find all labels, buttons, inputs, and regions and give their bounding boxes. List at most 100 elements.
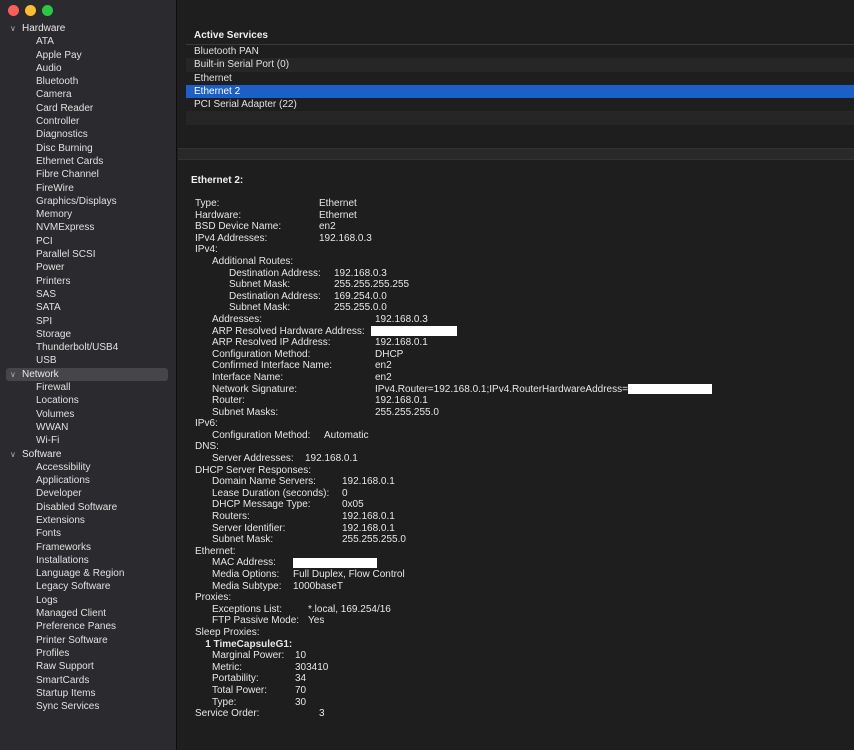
detail-value-text: 192.168.0.3	[375, 313, 428, 325]
sidebar-item-ata[interactable]: ATA	[0, 35, 176, 48]
sidebar-item-sync-services[interactable]: Sync Services	[0, 700, 176, 713]
active-services-header[interactable]: Active Services	[186, 28, 854, 45]
sidebar-item-firewire[interactable]: FireWire	[0, 182, 176, 195]
sidebar-item-printer-software[interactable]: Printer Software	[0, 634, 176, 647]
detail-key: DHCP Server Responses:	[195, 464, 311, 476]
detail-value-text: 192.168.0.1	[342, 476, 395, 488]
sidebar-item-printers[interactable]: Printers	[0, 275, 176, 288]
sidebar-item-startup-items[interactable]: Startup Items	[0, 687, 176, 700]
detail-key: Server Addresses:	[212, 453, 294, 465]
sidebar-item-firewall[interactable]: Firewall	[0, 381, 176, 394]
sidebar-item-disc-burning[interactable]: Disc Burning	[0, 142, 176, 155]
sidebar-item-managed-client[interactable]: Managed Client	[0, 607, 176, 620]
sidebar-item-fibre-channel[interactable]: Fibre Channel	[0, 168, 176, 181]
sidebar-item-storage[interactable]: Storage	[0, 328, 176, 341]
sidebar-item-frameworks[interactable]: Frameworks	[0, 541, 176, 554]
sidebar-item-language-region[interactable]: Language & Region	[0, 567, 176, 580]
detail-row: Configuration Method: Automatic	[191, 430, 851, 442]
detail-value-text: 255.255.0.0	[334, 302, 387, 314]
detail-row: DHCP Server Responses:	[191, 465, 851, 477]
detail-value-text: 10	[295, 650, 307, 662]
sidebar: ∨ Hardware ATA Apple Pay Audio Bluetooth Camer…	[0, 0, 177, 750]
detail-value-text: 34	[295, 673, 307, 685]
detail-value-text: Ethernet	[319, 209, 357, 221]
detail-row: Media Subtype: 1000baseT	[191, 581, 851, 593]
detail-title: Ethernet 2:	[191, 175, 244, 186]
detail-key: ARP Resolved IP Address:	[212, 337, 331, 349]
sidebar-category-hardware[interactable]: ∨ Hardware	[0, 22, 176, 35]
sidebar-item-thunderbolt-usb4[interactable]: Thunderbolt/USB4	[0, 341, 176, 354]
sidebar-item-legacy-software[interactable]: Legacy Software	[0, 580, 176, 593]
sidebar-item-locations[interactable]: Locations	[0, 394, 176, 407]
sidebar-item-diagnostics[interactable]: Diagnostics	[0, 128, 176, 141]
sidebar-item-bluetooth[interactable]: Bluetooth	[0, 75, 176, 88]
detail-value: 1000baseT	[293, 581, 343, 593]
sidebar-item-sas[interactable]: SAS	[0, 288, 176, 301]
zoom-window-button[interactable]	[42, 5, 53, 16]
sidebar-item-extensions[interactable]: Extensions	[0, 514, 176, 527]
redacted-value	[627, 383, 712, 394]
detail-row: Lease Duration (seconds): 0	[191, 488, 851, 500]
minimize-window-button[interactable]	[25, 5, 36, 16]
sidebar-category-network[interactable]: ∨ Network	[6, 367, 168, 382]
detail-value-text: 255.255.255.0	[342, 534, 406, 546]
sidebar-item-applications[interactable]: Applications	[0, 474, 176, 487]
detail-row: Exceptions List: *.local, 169.254/16	[191, 604, 851, 616]
sidebar-item-apple-pay[interactable]: Apple Pay	[0, 49, 176, 62]
sidebar-item-profiles[interactable]: Profiles	[0, 647, 176, 660]
sidebar-item-logs[interactable]: Logs	[0, 594, 176, 607]
sidebar-item-controller[interactable]: Controller	[0, 115, 176, 128]
window-controls	[8, 5, 53, 16]
detail-key: IPv4 Addresses:	[195, 232, 268, 244]
detail-row: Destination Address: 169.254.0.0	[191, 291, 851, 303]
chevron-down-icon[interactable]: ∨	[10, 448, 16, 461]
detail-value: en2	[375, 360, 392, 372]
chevron-down-icon[interactable]: ∨	[10, 22, 16, 35]
sidebar-item-parallel-scsi[interactable]: Parallel SCSI	[0, 248, 176, 261]
sidebar-item-memory[interactable]: Memory	[0, 208, 176, 221]
sidebar-item-fonts[interactable]: Fonts	[0, 527, 176, 540]
service-row[interactable]: Ethernet	[186, 72, 854, 85]
sidebar-item-pci[interactable]: PCI	[0, 235, 176, 248]
sidebar-item-wi-fi[interactable]: Wi-Fi	[0, 434, 176, 447]
sidebar-item-wwan[interactable]: WWAN	[0, 421, 176, 434]
sidebar-item-sata[interactable]: SATA	[0, 301, 176, 314]
split-divider[interactable]	[178, 148, 854, 160]
detail-value-text: 192.168.0.1	[342, 522, 395, 534]
sidebar-item-camera[interactable]: Camera	[0, 88, 176, 101]
close-window-button[interactable]	[8, 5, 19, 16]
sidebar-item-accessibility[interactable]: Accessibility	[0, 461, 176, 474]
service-row[interactable]: PCI Serial Adapter (22)	[186, 98, 854, 111]
detail-value: DHCP	[375, 349, 403, 361]
sidebar-item-spi[interactable]: SPI	[0, 315, 176, 328]
sidebar-item-raw-support[interactable]: Raw Support	[0, 660, 176, 673]
chevron-down-icon[interactable]: ∨	[10, 368, 16, 381]
sidebar-item-nvmexpress[interactable]: NVMExpress	[0, 221, 176, 234]
detail-row: ARP Resolved IP Address: 192.168.0.1	[191, 337, 851, 349]
sidebar-category-software[interactable]: ∨ Software	[0, 448, 176, 461]
service-row[interactable]: Built-in Serial Port (0)	[186, 58, 854, 72]
sidebar-item-usb[interactable]: USB	[0, 354, 176, 367]
sidebar-item-disabled-software[interactable]: Disabled Software	[0, 501, 176, 514]
sidebar-item-developer[interactable]: Developer	[0, 487, 176, 500]
detail-value: 192.168.0.1	[342, 511, 395, 523]
service-row[interactable]: Ethernet 2	[186, 84, 854, 99]
sidebar-item-power[interactable]: Power	[0, 261, 176, 274]
detail-key: Total Power:	[212, 684, 268, 696]
sidebar-item-installations[interactable]: Installations	[0, 554, 176, 567]
detail-value-text: Full Duplex, Flow Control	[293, 569, 405, 580]
detail-row: Destination Address: 192.168.0.3	[191, 268, 851, 280]
sidebar-item-graphics-displays[interactable]: Graphics/Displays	[0, 195, 176, 208]
detail-key: Additional Routes:	[212, 255, 294, 267]
service-row[interactable]: Bluetooth PAN	[186, 45, 854, 58]
sidebar-item-preference-panes[interactable]: Preference Panes	[0, 620, 176, 633]
service-row-empty	[186, 111, 854, 125]
sidebar-item-smartcards[interactable]: SmartCards	[0, 674, 176, 687]
detail-row: Type: 30	[191, 697, 851, 709]
sidebar-item-audio[interactable]: Audio	[0, 62, 176, 75]
content-pane: Active Services Bluetooth PAN Built-in Se…	[178, 0, 854, 750]
detail-value-text: 0x05	[342, 499, 364, 511]
sidebar-item-volumes[interactable]: Volumes	[0, 408, 176, 421]
sidebar-item-card-reader[interactable]: Card Reader	[0, 102, 176, 115]
sidebar-item-ethernet-cards[interactable]: Ethernet Cards	[0, 155, 176, 168]
